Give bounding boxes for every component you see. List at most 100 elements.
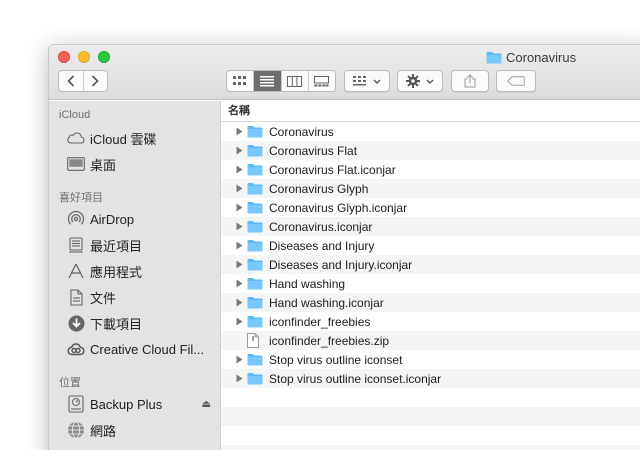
documents-icon [67, 288, 85, 306]
disclosure-triangle-icon[interactable] [221, 222, 247, 231]
file-list: 名稱 Coronavirus Coronavirus Flat Coronaviru… [221, 101, 640, 450]
icon-view-button[interactable] [227, 71, 253, 91]
disclosure-triangle-icon[interactable] [221, 165, 247, 174]
forward-button[interactable] [82, 71, 108, 91]
disclosure-triangle-icon[interactable] [221, 146, 247, 155]
disclosure-triangle-icon[interactable] [221, 317, 247, 326]
file-name: Stop virus outline iconset.iconjar [269, 371, 442, 386]
desktop-icon [67, 155, 85, 173]
tag-icon [507, 76, 525, 86]
zoom-button[interactable] [98, 51, 110, 63]
disclosure-triangle-icon[interactable] [221, 127, 247, 136]
disclosure-triangle-icon[interactable] [221, 374, 247, 383]
file-name: Diseases and Injury.iconjar [269, 257, 413, 272]
empty-row [221, 445, 640, 450]
grid-icon [233, 76, 247, 85]
minimize-button[interactable] [78, 51, 90, 63]
folder-icon [247, 315, 267, 328]
file-icon [247, 333, 267, 348]
sidebar-item-label: 下載項目 [90, 316, 143, 332]
back-button[interactable] [59, 71, 83, 91]
chevron-left-icon [67, 75, 74, 87]
eject-icon[interactable]: ⏏ [202, 399, 211, 410]
empty-row [221, 426, 640, 445]
list-item[interactable]: Coronavirus Flat [221, 141, 640, 160]
column-view-button[interactable] [280, 71, 308, 91]
list-item[interactable]: iconfinder_freebies [221, 312, 640, 331]
tag-button[interactable] [496, 70, 536, 92]
finder-window: Coronavirus iCloud iCloud 雲碟 桌面 喜好項目 Air… [48, 44, 640, 450]
sidebar-item-label: Backup Plus [90, 396, 163, 412]
file-name: Hand washing [269, 276, 346, 291]
file-name: iconfinder_freebies.zip [269, 333, 390, 348]
folder-icon [247, 372, 267, 385]
list-view-button[interactable] [253, 71, 281, 91]
share-button[interactable] [451, 70, 489, 92]
list-item[interactable]: Diseases and Injury [221, 236, 640, 255]
window-title: Coronavirus [486, 49, 576, 65]
file-name: Hand washing.iconjar [269, 295, 384, 310]
sidebar-item-label: AirDrop [90, 211, 135, 227]
list-item[interactable]: Coronavirus Glyph [221, 179, 640, 198]
sidebar-item-recents[interactable]: 最近項目 [67, 234, 217, 256]
column-header-name[interactable]: 名稱 [221, 101, 640, 122]
folder-icon [247, 239, 267, 252]
file-name: Coronavirus.iconjar [269, 219, 373, 234]
sidebar-item-documents[interactable]: 文件 [67, 286, 217, 308]
sidebar-item-creative-cloud[interactable]: Creative Cloud Fil... [67, 338, 217, 360]
list-item[interactable]: Stop virus outline iconset [221, 350, 640, 369]
sidebar-item-backup-plus[interactable]: Backup Plus ⏏ [67, 393, 217, 415]
empty-row [221, 388, 640, 407]
list-item[interactable]: iconfinder_freebies.zip [221, 331, 640, 350]
disclosure-triangle-icon[interactable] [221, 260, 247, 269]
chevron-down-icon [373, 79, 381, 84]
folder-icon [247, 220, 267, 233]
network-icon [67, 421, 85, 439]
list-item[interactable]: Coronavirus.iconjar [221, 217, 640, 236]
disclosure-triangle-icon[interactable] [221, 203, 247, 212]
sidebar-item-applications[interactable]: 應用程式 [67, 260, 217, 282]
sidebar-item-desktop[interactable]: 桌面 [67, 153, 217, 175]
cloud-icon [67, 129, 85, 147]
list-item[interactable]: Hand washing.iconjar [221, 293, 640, 312]
sidebar-item-label: 文件 [90, 290, 117, 306]
disclosure-triangle-icon[interactable] [221, 241, 247, 250]
window-title-text: Coronavirus [506, 49, 577, 65]
sidebar-header-favorites: 喜好項目 [59, 192, 103, 204]
creative-cloud-icon [67, 340, 85, 358]
disclosure-triangle-icon[interactable] [221, 279, 247, 288]
group-icon [353, 76, 366, 86]
downloads-icon [67, 314, 85, 332]
share-icon [464, 74, 476, 88]
view-mode-selector [226, 70, 336, 92]
file-name: Coronavirus Glyph.iconjar [269, 200, 408, 215]
list-item[interactable]: Coronavirus [221, 122, 640, 141]
close-button[interactable] [58, 51, 70, 63]
sidebar-item-label: Creative Cloud Fil... [90, 341, 205, 357]
disclosure-triangle-icon[interactable] [221, 355, 247, 364]
list-item[interactable]: Coronavirus Glyph.iconjar [221, 198, 640, 217]
list-item[interactable]: Diseases and Injury.iconjar [221, 255, 640, 274]
sidebar-item-airdrop[interactable]: AirDrop [67, 208, 217, 230]
group-by-button[interactable] [344, 70, 390, 92]
sidebar-item-downloads[interactable]: 下載項目 [67, 312, 217, 334]
chevron-down-icon [426, 79, 434, 84]
file-name: Stop virus outline iconset [269, 352, 403, 367]
list-item[interactable]: Coronavirus Flat.iconjar [221, 160, 640, 179]
gallery-view-button[interactable] [307, 71, 335, 91]
sidebar-item-network[interactable]: 網路 [67, 419, 217, 441]
navigation-buttons [58, 70, 108, 92]
sidebar-header-icloud: iCloud [59, 109, 91, 121]
gallery-icon [314, 75, 330, 86]
sidebar-item-icloud-drive[interactable]: iCloud 雲碟 [67, 127, 217, 149]
disclosure-triangle-icon[interactable] [221, 184, 247, 193]
sidebar-header-locations: 位置 [59, 377, 81, 389]
airdrop-icon [67, 210, 85, 228]
disclosure-triangle-icon[interactable] [221, 298, 247, 307]
list-item[interactable]: Hand washing [221, 274, 640, 293]
list-icon [260, 75, 275, 86]
action-button[interactable] [397, 70, 443, 92]
sidebar-item-label: 應用程式 [90, 264, 143, 280]
sidebar-item-label: 網路 [90, 423, 117, 439]
list-item[interactable]: Stop virus outline iconset.iconjar [221, 369, 640, 388]
